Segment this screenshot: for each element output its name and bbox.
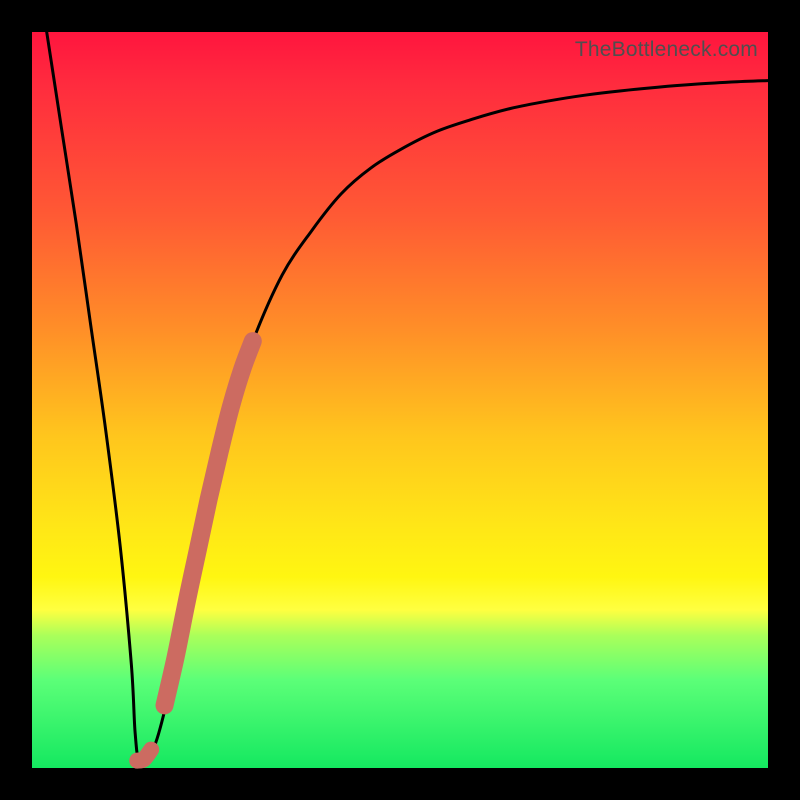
chart-svg [32, 32, 768, 768]
chart-frame: TheBottleneck.com [0, 0, 800, 800]
plot-area: TheBottleneck.com [32, 32, 768, 768]
bottleneck-curve-path [47, 32, 768, 764]
highlight-lower-path [137, 750, 151, 761]
highlight-upper-path [165, 341, 253, 705]
